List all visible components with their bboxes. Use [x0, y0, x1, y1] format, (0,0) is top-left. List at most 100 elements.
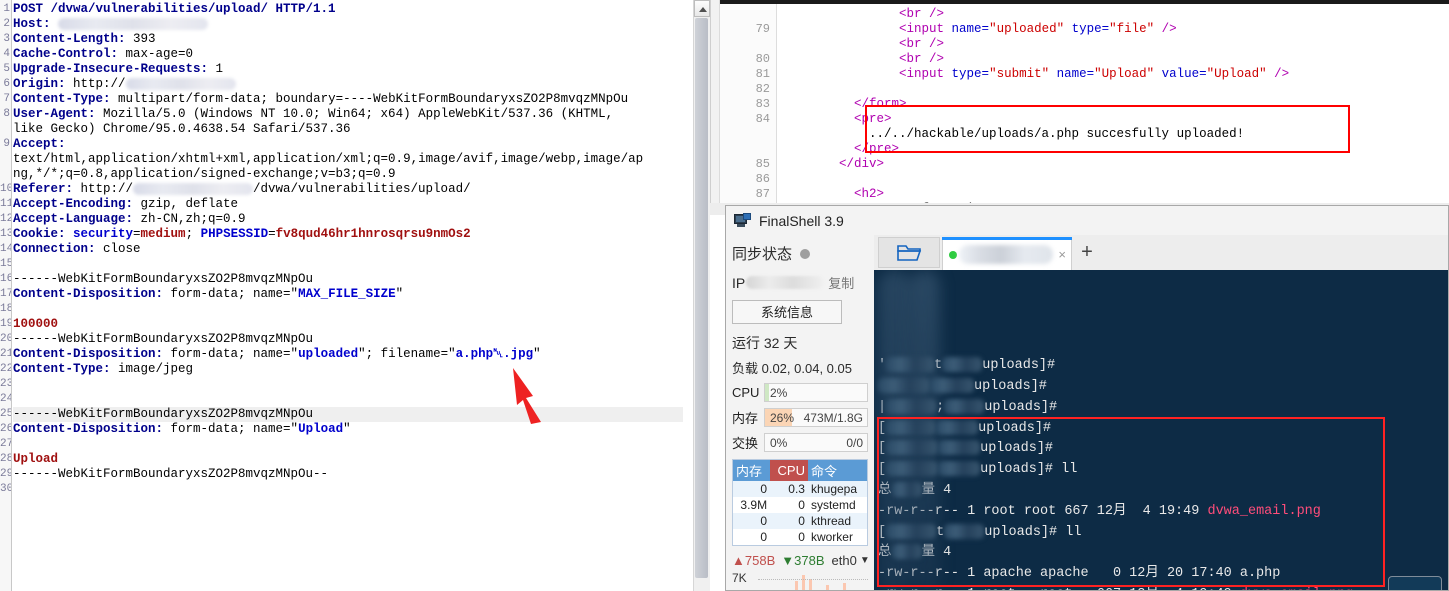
request-line: 100000 [13, 317, 59, 331]
line-number: 23 [0, 378, 12, 390]
line-number: 17 [0, 288, 12, 300]
resource-meter-row: 交换 0% 0/0 [732, 433, 868, 452]
scroll-up-button[interactable] [694, 0, 710, 17]
process-col-command[interactable]: 命令 [807, 459, 868, 481]
request-line: like Gecko) Chrome/95.0.4638.54 Safari/5… [13, 122, 351, 136]
terminal-tab-active[interactable]: × [942, 237, 1072, 270]
source-line-numbers: 79 80 81 82 83 84 85 86 87 [720, 4, 777, 215]
meter-bar: 26% 473M/1.8G [764, 408, 868, 427]
process-col-memory[interactable]: 内存 [732, 459, 771, 481]
redacted-hostname [891, 481, 922, 497]
upload-arrow-icon: ▲ [732, 553, 745, 568]
traffic-bar [826, 585, 829, 590]
process-cmd-cell: systemd [807, 497, 868, 513]
ip-value-redacted [746, 276, 825, 289]
meter-label: CPU [732, 385, 760, 400]
scroll-thumb[interactable] [695, 18, 708, 578]
table-row[interactable]: 0 0 kworker [732, 529, 868, 546]
request-line: Referer: http:///dvwa/vulnerabilities/up… [13, 182, 471, 196]
process-mem-cell: 0 [732, 513, 771, 529]
terminal-line: |;uploads]# [874, 398, 1448, 419]
source-line [779, 82, 1449, 97]
terminal-bottom-button[interactable] [1388, 576, 1442, 590]
process-mem-cell: 3.9M [732, 497, 771, 513]
source-code-area[interactable]: <br /> <input name="uploaded" type="file… [779, 4, 1449, 215]
source-line: </form> [854, 97, 907, 111]
terminal-tabbar[interactable]: × + [874, 235, 1448, 270]
redacted-hostname [891, 544, 922, 560]
network-traffic-graph: 7K5K2K [732, 571, 868, 590]
traffic-bar [802, 575, 806, 590]
new-tab-button[interactable]: + [1076, 241, 1098, 263]
redacted-hostname [886, 461, 939, 477]
line-number: 27 [0, 438, 12, 450]
close-icon[interactable]: × [1058, 247, 1066, 262]
table-row[interactable]: 3.9M 0 systemd [732, 497, 868, 513]
meter-bar: 0% 0/0 [764, 433, 868, 452]
ip-label: IP [732, 274, 746, 291]
copy-ip-button[interactable]: 复制 [828, 273, 854, 292]
traffic-bars [758, 571, 868, 590]
request-line: Connection: close [13, 242, 141, 256]
process-cpu-cell: 0 [770, 497, 808, 513]
meter-percent: 26% [770, 411, 795, 425]
request-line: ------WebKitFormBoundaryxsZO2P8mvqzMNpOu [13, 332, 314, 346]
ip-address-row: IP 复制 [732, 273, 868, 292]
request-line [13, 482, 683, 497]
connection-status-dot [949, 251, 957, 259]
line-number [0, 152, 11, 167]
request-scrollbar[interactable] [693, 0, 710, 591]
redacted-hostname [886, 398, 937, 414]
meter-percent: 0% [770, 436, 788, 450]
source-line: <input name="uploaded" type="file" /> [899, 22, 1177, 36]
network-upload-value: 758B [744, 553, 776, 568]
sync-status-row: 同步状态 [732, 243, 868, 264]
finalshell-window[interactable]: FinalShell 3.9 同步状态 IP 复制 系统信息 运行 32 天 负… [725, 205, 1449, 591]
line-number: 1 [3, 3, 10, 15]
redacted-hostname [886, 357, 935, 373]
redacted-hostname [944, 398, 985, 414]
http-request-panel[interactable]: 1 2 3 4 5 6 7 8 9 10 11 12 13 14 15 16 17 18 19 20 21 22 23 24 2… [0, 0, 710, 591]
terminal-line: [uploads]# [874, 439, 1448, 460]
request-line: Host: [13, 17, 683, 32]
line-number: 16 [0, 273, 12, 285]
system-info-button[interactable]: 系统信息 [732, 300, 842, 324]
request-line: Content-Type: image/jpeg [13, 362, 194, 376]
request-line: Upload [13, 452, 59, 466]
terminal-area[interactable]: × + 'tuploads]# uploads]# |;uploads]# [u… [874, 235, 1448, 590]
request-line-numbers: 1 2 3 4 5 6 7 8 9 10 11 12 13 14 15 16 17 18 19 20 21 22 23 24 2… [0, 0, 12, 591]
line-number: 28 [0, 453, 12, 465]
request-line: POST /dvwa/vulnerabilities/upload/ HTTP/… [13, 2, 336, 16]
source-line [779, 172, 1449, 187]
line-number: 2 [3, 18, 10, 30]
meter-bar: 2% [764, 383, 868, 402]
request-line: User-Agent: Mozilla/5.0 (Windows NT 10.0… [13, 107, 614, 121]
source-line: <pre> [854, 112, 892, 126]
redacted-hostname [930, 377, 974, 393]
redacted-hostname [944, 523, 985, 539]
process-mem-cell: 0 [732, 481, 771, 497]
table-row[interactable]: 0 0 kthread [732, 513, 868, 529]
open-folder-icon[interactable] [878, 237, 940, 268]
request-code-area[interactable]: POST /dvwa/vulnerabilities/upload/ HTTP/… [13, 0, 683, 591]
request-line: Cache-Control: max-age=0 [13, 47, 194, 61]
request-line: ng,*/*;q=0.8,application/signed-exchange… [13, 167, 396, 181]
table-row[interactable]: 0 0.3 khugepa [732, 481, 868, 497]
redacted-host [125, 77, 236, 90]
process-cmd-cell: khugepa [807, 481, 868, 497]
process-table[interactable]: 内存 CPU 命令 0 0.3 khugepa 3.9M 0 systemd 0 0 kthre… [732, 459, 868, 546]
request-line [13, 257, 683, 272]
source-line: </pre> [854, 142, 900, 156]
terminal-output[interactable]: 'tuploads]# uploads]# |;uploads]# [uploa… [874, 270, 1448, 590]
request-line: Origin: http:// [13, 77, 683, 92]
graph-gridline [758, 579, 868, 580]
request-line: ------WebKitFormBoundaryxsZO2P8mvqzMNpOu [13, 407, 683, 422]
meter-detail: 473M/1.8G [803, 411, 863, 425]
line-number: 10 [0, 183, 12, 195]
process-col-cpu[interactable]: CPU [770, 459, 808, 481]
chevron-down-icon[interactable]: ▼ [860, 555, 870, 566]
network-interface-name[interactable]: eth0 [832, 553, 857, 568]
source-line: <h2> [854, 187, 885, 201]
terminal-lines: 'tuploads]# uploads]# |;uploads]# [uploa… [874, 356, 1448, 590]
page-source-panel[interactable]: 79 80 81 82 83 84 85 86 87 <br /> <input name="u… [710, 0, 1449, 215]
